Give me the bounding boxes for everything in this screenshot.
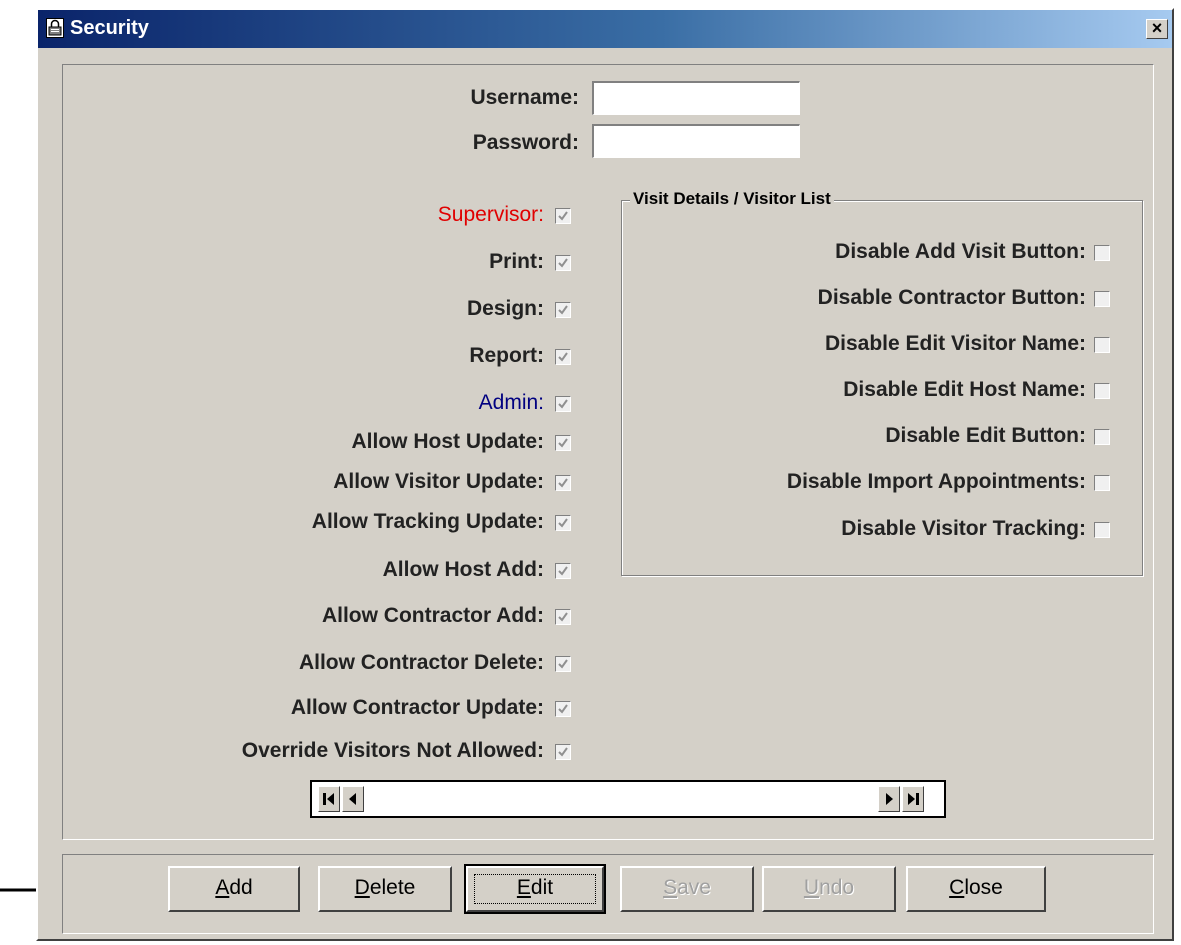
checkmark-icon bbox=[558, 352, 568, 362]
record-navigator bbox=[310, 780, 946, 818]
permission-label: Allow Contractor Update: bbox=[290, 696, 544, 719]
checkmark-icon bbox=[558, 566, 568, 576]
permission-label: Allow Contractor Delete: bbox=[298, 651, 544, 674]
visit-option-label: Disable Edit Host Name: bbox=[843, 378, 1086, 401]
title-bar[interactable]: Security × bbox=[38, 10, 1172, 48]
undo-rest: ndo bbox=[819, 876, 855, 899]
visit-option-label: Disable Visitor Tracking: bbox=[841, 517, 1086, 540]
permission-label: Print: bbox=[489, 250, 544, 273]
password-field[interactable] bbox=[592, 124, 800, 158]
add-accel: A bbox=[215, 876, 230, 899]
checkmark-icon bbox=[558, 258, 568, 268]
visit-option-label: Disable Contractor Button: bbox=[817, 286, 1086, 309]
delete-accel: D bbox=[354, 876, 370, 899]
lock-icon bbox=[46, 18, 64, 38]
delete-rest: elete bbox=[369, 876, 416, 899]
close-accel: C bbox=[949, 876, 965, 899]
edit-button[interactable]: Edit bbox=[464, 864, 606, 914]
save-accel: S bbox=[663, 876, 678, 899]
delete-button[interactable]: Delete bbox=[318, 866, 452, 912]
visit-details-group-title: Visit Details / Visitor List bbox=[630, 189, 834, 209]
first-record-icon bbox=[323, 793, 334, 805]
permission-checkbox[interactable] bbox=[555, 563, 571, 579]
permission-label: Design: bbox=[466, 297, 544, 320]
checkmark-icon bbox=[558, 399, 568, 409]
permission-checkbox[interactable] bbox=[555, 744, 571, 760]
visit-option-checkbox[interactable] bbox=[1094, 337, 1110, 353]
close-icon: × bbox=[1151, 18, 1163, 38]
checkmark-icon bbox=[558, 747, 568, 757]
permission-checkbox[interactable] bbox=[555, 435, 571, 451]
checkmark-icon bbox=[558, 704, 568, 714]
permission-checkbox[interactable] bbox=[555, 396, 571, 412]
permission-checkbox[interactable] bbox=[555, 208, 571, 224]
permission-checkbox[interactable] bbox=[555, 656, 571, 672]
first-record-button[interactable] bbox=[318, 786, 340, 812]
visit-option-checkbox[interactable] bbox=[1094, 291, 1110, 307]
permission-label: Override Visitors Not Allowed: bbox=[241, 739, 544, 762]
checkmark-icon bbox=[558, 305, 568, 315]
last-record-button[interactable] bbox=[902, 786, 924, 812]
permission-label: Allow Contractor Add: bbox=[321, 604, 544, 627]
visit-option-label: Disable Add Visit Button: bbox=[835, 240, 1086, 263]
permission-checkbox[interactable] bbox=[555, 302, 571, 318]
visit-option-checkbox[interactable] bbox=[1094, 522, 1110, 538]
save-button[interactable]: Save bbox=[620, 866, 754, 912]
undo-accel: U bbox=[803, 876, 820, 899]
permission-checkbox[interactable] bbox=[555, 609, 571, 625]
permission-label: Allow Tracking Update: bbox=[311, 510, 544, 533]
close-window-button[interactable]: × bbox=[1146, 19, 1168, 39]
checkmark-icon bbox=[558, 612, 568, 622]
permission-label: Allow Host Add: bbox=[382, 558, 544, 581]
close-rest: lose bbox=[964, 876, 1003, 899]
permission-checkbox[interactable] bbox=[555, 349, 571, 365]
permission-label: Admin: bbox=[478, 391, 544, 414]
last-record-icon bbox=[908, 793, 919, 805]
visit-option-checkbox[interactable] bbox=[1094, 245, 1110, 261]
checkmark-icon bbox=[558, 478, 568, 488]
add-button[interactable]: Add bbox=[168, 866, 300, 912]
checkmark-icon bbox=[558, 438, 568, 448]
previous-record-icon bbox=[349, 793, 356, 805]
visit-option-checkbox[interactable] bbox=[1094, 429, 1110, 445]
password-label: Password: bbox=[472, 131, 579, 154]
add-rest: dd bbox=[229, 876, 253, 899]
save-rest: ave bbox=[677, 876, 711, 899]
visit-option-label: Disable Edit Button: bbox=[885, 424, 1086, 447]
visit-option-label: Disable Import Appointments: bbox=[786, 470, 1086, 493]
undo-button[interactable]: Undo bbox=[762, 866, 896, 912]
permission-label: Allow Visitor Update: bbox=[333, 470, 544, 493]
username-field[interactable] bbox=[592, 81, 800, 115]
permission-label: Report: bbox=[469, 344, 544, 367]
visit-option-label: Disable Edit Visitor Name: bbox=[824, 332, 1086, 355]
checkmark-icon bbox=[558, 518, 568, 528]
checkmark-icon bbox=[558, 211, 568, 221]
visit-option-checkbox[interactable] bbox=[1094, 383, 1110, 399]
username-label: Username: bbox=[470, 86, 579, 109]
visit-option-checkbox[interactable] bbox=[1094, 475, 1110, 491]
focus-rectangle bbox=[474, 874, 596, 904]
window-title: Security bbox=[70, 17, 149, 39]
next-record-button[interactable] bbox=[878, 786, 900, 812]
close-button[interactable]: Close bbox=[906, 866, 1046, 912]
permission-label: Supervisor: bbox=[437, 203, 544, 226]
previous-record-button[interactable] bbox=[342, 786, 364, 812]
checkmark-icon bbox=[558, 659, 568, 669]
permission-checkbox[interactable] bbox=[555, 255, 571, 271]
next-record-icon bbox=[886, 793, 893, 805]
permission-label: Allow Host Update: bbox=[351, 430, 545, 453]
permission-checkbox[interactable] bbox=[555, 475, 571, 491]
record-scrollbar[interactable] bbox=[368, 786, 876, 812]
permission-checkbox[interactable] bbox=[555, 701, 571, 717]
permission-checkbox[interactable] bbox=[555, 515, 571, 531]
